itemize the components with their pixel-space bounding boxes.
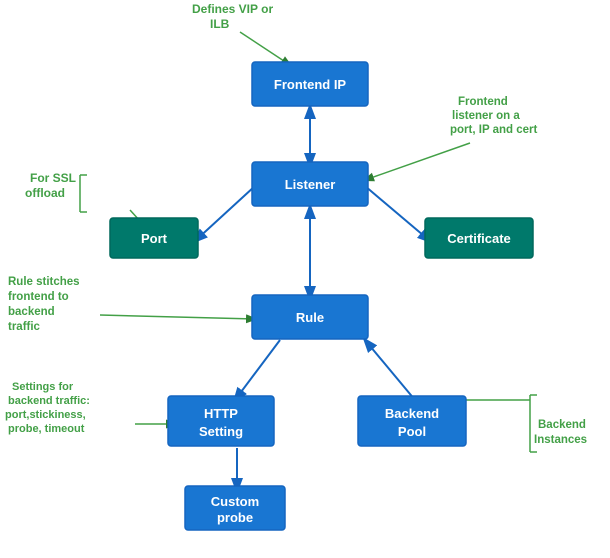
defines-vip-text: Defines VIP or — [192, 2, 273, 16]
defines-vip-text2: ILB — [210, 17, 230, 31]
rule-stitches-text: Rule stitches — [8, 276, 80, 288]
http-setting-label: HTTP — [204, 406, 238, 421]
backend-instances-text: Backend — [538, 419, 586, 431]
custom-probe-label: Custom — [211, 494, 259, 509]
http-setting-label2: Setting — [199, 424, 243, 439]
ssl-offload-text: For SSL — [30, 171, 76, 185]
listener-label: Listener — [285, 177, 336, 192]
rule-stitches-text4: traffic — [8, 321, 41, 333]
ssl-offload-text2: offload — [25, 186, 65, 200]
frontend-listener-text2: listener on a — [452, 110, 520, 122]
backend-instances-text2: Instances — [534, 434, 587, 446]
settings-text3: port,stickiness, — [5, 409, 86, 421]
rule-label: Rule — [296, 310, 324, 325]
settings-text: Settings for — [12, 381, 74, 393]
backend-pool-label2: Pool — [398, 424, 426, 439]
custom-probe-label2: probe — [217, 510, 253, 525]
certificate-label: Certificate — [447, 231, 511, 246]
rule-stitches-text2: frontend to — [8, 291, 69, 303]
port-label: Port — [141, 231, 168, 246]
rule-stitches-text3: backend — [8, 306, 55, 318]
frontend-listener-text: Frontend — [458, 96, 508, 108]
settings-text4: probe, timeout — [8, 423, 85, 435]
frontend-ip-label: Frontend IP — [274, 77, 347, 92]
backend-pool-label: Backend — [385, 406, 439, 421]
settings-text2: backend traffic: — [8, 395, 90, 407]
frontend-listener-text3: port, IP and cert — [450, 124, 538, 136]
